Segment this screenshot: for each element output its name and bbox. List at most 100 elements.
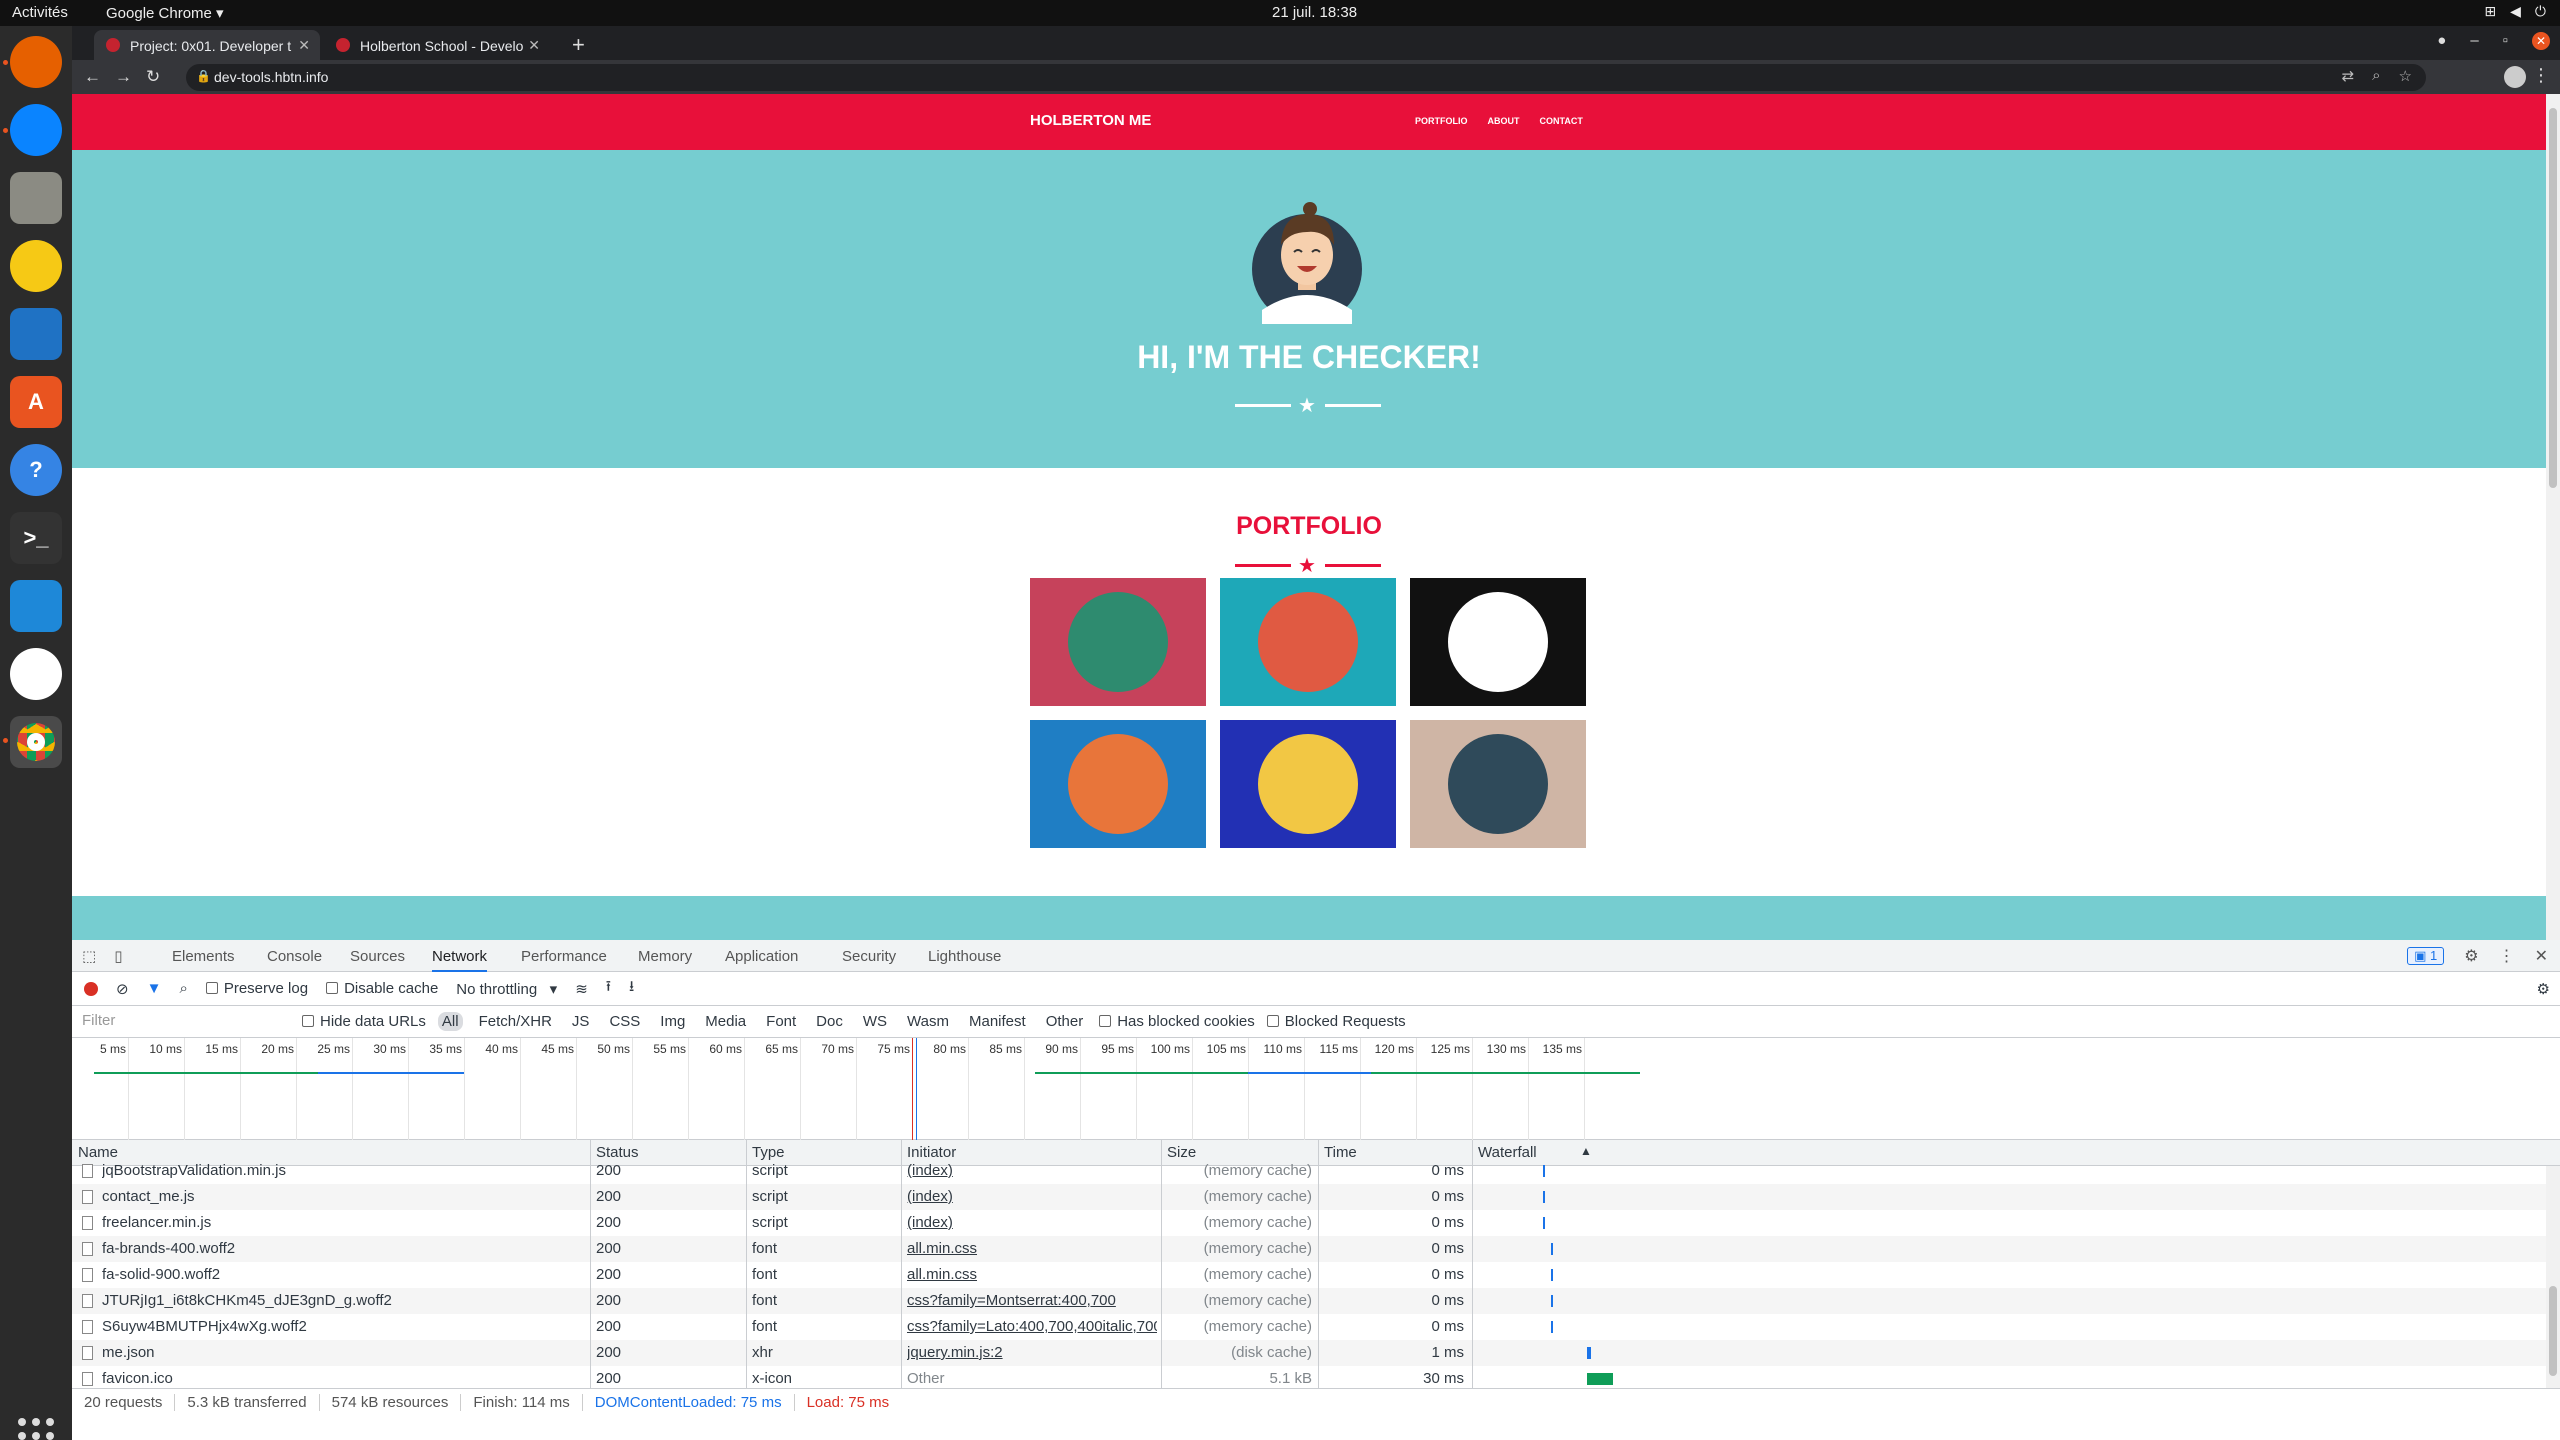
export-har-icon[interactable]: ⭳ (629, 976, 634, 1001)
disable-cache-checkbox[interactable]: Disable cache (326, 980, 438, 997)
record-button[interactable] (84, 981, 98, 996)
filter-type-all[interactable]: All (437, 1012, 463, 1031)
inspect-element-icon[interactable]: ⬚ (82, 947, 96, 965)
table-scrollbar-thumb[interactable] (2549, 1286, 2557, 1376)
maximize-icon[interactable]: ▫ (2503, 32, 2508, 50)
portfolio-item[interactable] (1220, 720, 1396, 848)
filter-type-css[interactable]: CSS (605, 1012, 644, 1031)
scrollbar-thumb[interactable] (2549, 108, 2557, 488)
network-conditions-icon[interactable]: ≋ (575, 980, 588, 998)
tab-memory[interactable]: Memory (638, 948, 692, 965)
tab-close-icon[interactable]: ✕ (298, 37, 310, 54)
settings-gear-icon[interactable]: ⚙ (2464, 946, 2478, 966)
preserve-log-checkbox[interactable]: Preserve log (205, 980, 308, 997)
request-initiator[interactable]: (index) (907, 1188, 1157, 1205)
clear-icon[interactable]: ⊘ (116, 980, 129, 998)
portfolio-item[interactable] (1410, 578, 1586, 706)
network-overview-timeline[interactable]: 5 ms 10 ms 15 ms 20 ms 25 ms 30 ms 35 ms 40 ms 4… (72, 1038, 2560, 1140)
table-row[interactable]: me.json 200 xhr jquery.min.js:2 (disk cache)… (72, 1340, 2546, 1366)
activities-button[interactable]: Activités (12, 4, 68, 21)
hide-data-urls-checkbox[interactable]: Hide data URLs (302, 1013, 426, 1030)
request-initiator[interactable]: all.min.css (907, 1240, 1157, 1257)
lock-icon[interactable]: 🔒 (196, 69, 211, 83)
table-row[interactable]: S6uyw4BMUTPHjx4wXg.woff2 200 font css?famil… (72, 1314, 2546, 1340)
request-name[interactable]: S6uyw4BMUTPHjx4wXg.woff2 (102, 1318, 582, 1335)
filter-type-other[interactable]: Other (1042, 1012, 1088, 1031)
translate-icon[interactable]: ⇄ (2342, 67, 2355, 85)
portfolio-item[interactable] (1030, 720, 1206, 848)
minimize-icon[interactable]: – (2470, 32, 2478, 50)
software-icon[interactable]: A (10, 376, 62, 428)
filter-type-manifest[interactable]: Manifest (965, 1012, 1030, 1031)
show-applications-icon[interactable] (18, 1418, 54, 1440)
back-icon[interactable]: ← (84, 67, 101, 87)
tab-lighthouse[interactable]: Lighthouse (928, 948, 1001, 965)
portfolio-item[interactable] (1410, 720, 1586, 848)
record-icon[interactable]: ● (2437, 32, 2446, 50)
address-bar[interactable]: 🔒 dev-tools.hbtn.info ⇄ ⌕ ☆ (186, 64, 2426, 91)
request-initiator[interactable]: (index) (907, 1214, 1157, 1231)
table-scrollbar[interactable] (2546, 1166, 2560, 1388)
devtools-menu-icon[interactable]: ⋮ (2499, 946, 2515, 966)
request-initiator[interactable]: (index) (907, 1162, 1157, 1179)
clock[interactable]: 21 juil. 18:38 (1272, 4, 1357, 21)
tab-sources[interactable]: Sources (350, 948, 405, 965)
request-name[interactable]: jqBootstrapValidation.min.js (102, 1162, 582, 1179)
close-devtools-icon[interactable]: ✕ (2535, 946, 2548, 966)
terminal-icon[interactable]: >_ (10, 512, 62, 564)
browser-menu-icon[interactable]: ⋮ (2532, 65, 2550, 86)
request-name[interactable]: favicon.ico (102, 1370, 582, 1387)
import-har-icon[interactable]: ⭱ (606, 976, 611, 1001)
filter-type-img[interactable]: Img (656, 1012, 689, 1031)
request-name[interactable]: fa-solid-900.woff2 (102, 1266, 582, 1283)
filter-type-js[interactable]: JS (568, 1012, 594, 1031)
request-initiator[interactable]: jquery.min.js:2 (907, 1344, 1157, 1361)
filter-type-font[interactable]: Font (762, 1012, 800, 1031)
has-blocked-cookies-checkbox[interactable]: Has blocked cookies (1099, 1013, 1255, 1030)
forward-icon[interactable]: → (115, 67, 132, 87)
zoom-icon[interactable]: ⌕ (2372, 67, 2380, 85)
writer-icon[interactable] (10, 308, 62, 360)
nav-link-portfolio[interactable]: PORTFOLIO (1415, 116, 1468, 126)
request-name[interactable]: me.json (102, 1344, 582, 1361)
vscode-icon[interactable] (10, 580, 62, 632)
chrome-icon[interactable] (10, 716, 62, 768)
request-initiator[interactable]: css?family=Montserrat:400,700 (907, 1292, 1157, 1309)
network-settings-gear-icon[interactable]: ⚙ (2537, 980, 2550, 998)
table-row[interactable]: JTURjIg1_i6t8kCHKm45_dJE3gnD_g.woff2 200 f… (72, 1288, 2546, 1314)
table-row[interactable]: contact_me.js 200 script (index) (memory cac… (72, 1184, 2546, 1210)
site-brand[interactable]: HOLBERTON ME (1030, 112, 1151, 129)
tab-console[interactable]: Console (267, 948, 322, 965)
request-name[interactable]: freelancer.min.js (102, 1214, 582, 1231)
browser-tab[interactable]: Holberton School - Develo ✕ (324, 30, 550, 60)
table-row[interactable]: fa-brands-400.woff2 200 font all.min.css (me… (72, 1236, 2546, 1262)
portfolio-item[interactable] (1030, 578, 1206, 706)
throttling-select[interactable]: No throttling ▾ (456, 980, 557, 998)
new-tab-icon[interactable]: + (572, 32, 585, 58)
table-row[interactable]: freelancer.min.js 200 script (index) (memory… (72, 1210, 2546, 1236)
filter-funnel-icon[interactable]: ▼ (147, 980, 162, 997)
filter-input[interactable]: Filter (80, 1012, 290, 1032)
reload-icon[interactable]: ↻ (146, 67, 160, 87)
profile-avatar-icon[interactable] (2504, 66, 2526, 88)
nav-link-contact[interactable]: CONTACT (1540, 116, 1583, 126)
slack-icon[interactable] (10, 648, 62, 700)
browser-tab[interactable]: Project: 0x01. Developer t ✕ (94, 30, 320, 60)
request-name[interactable]: fa-brands-400.woff2 (102, 1240, 582, 1257)
bookmark-star-icon[interactable]: ☆ (2399, 67, 2412, 85)
close-window-icon[interactable]: ✕ (2532, 32, 2550, 50)
request-initiator[interactable]: css?family=Lato:400,700,400italic,700ita… (907, 1318, 1157, 1335)
request-name[interactable]: contact_me.js (102, 1188, 582, 1205)
thunderbird-icon[interactable] (10, 104, 62, 156)
tab-close-icon[interactable]: ✕ (528, 37, 540, 54)
table-row[interactable]: fa-solid-900.woff2 200 font all.min.css (mem… (72, 1262, 2546, 1288)
tab-elements[interactable]: Elements (172, 948, 235, 965)
files-icon[interactable] (10, 172, 62, 224)
system-tray[interactable]: ⊞ ◀ ⏻ (2484, 3, 2546, 20)
tab-network[interactable]: Network (432, 948, 488, 972)
help-icon[interactable]: ? (10, 444, 62, 496)
tab-application[interactable]: Application (725, 948, 798, 965)
nav-link-about[interactable]: ABOUT (1488, 116, 1520, 126)
filter-type-doc[interactable]: Doc (812, 1012, 847, 1031)
device-toolbar-icon[interactable]: ▯ (114, 947, 122, 965)
